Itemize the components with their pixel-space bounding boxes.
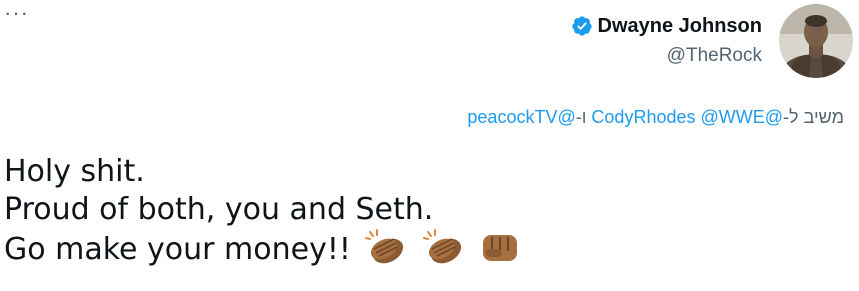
verified-badge-icon	[571, 16, 592, 36]
fist-bump-icon	[482, 235, 517, 261]
tweet-author: Dwayne Johnson @TheRock	[571, 12, 762, 67]
author-avatar[interactable]	[779, 4, 853, 78]
clapping-hands-icon	[422, 229, 462, 264]
tweet-text-line-content: Go make your money!!	[4, 232, 351, 267]
tweet-text-line: Proud of both, you and Seth.	[4, 192, 434, 227]
reply-prefix: משיב ל-	[783, 107, 844, 127]
tweet-text-line: Holy shit.	[4, 154, 145, 189]
mention-link-wwe[interactable]: @WWE	[701, 107, 765, 127]
reply-context: משיב ל-@CodyRhodes @WWE ו-@peacockTV	[467, 107, 844, 128]
clapping-hands-icon	[365, 229, 404, 264]
author-display-name[interactable]: Dwayne Johnson	[598, 15, 762, 38]
tweet-text-line: Go make your money!!	[4, 229, 520, 269]
author-name-row: Dwayne Johnson	[571, 12, 762, 40]
mention-link-peacocktv[interactable]: @peacockTV	[467, 107, 575, 127]
more-options-button[interactable]: ···	[4, 2, 34, 28]
tweet-text: Holy shit. Proud of both, you and Seth. …	[4, 153, 520, 269]
reply-conjunction: ו-	[575, 107, 587, 127]
avatar-image	[779, 4, 853, 78]
author-handle[interactable]: @TheRock	[571, 45, 762, 67]
